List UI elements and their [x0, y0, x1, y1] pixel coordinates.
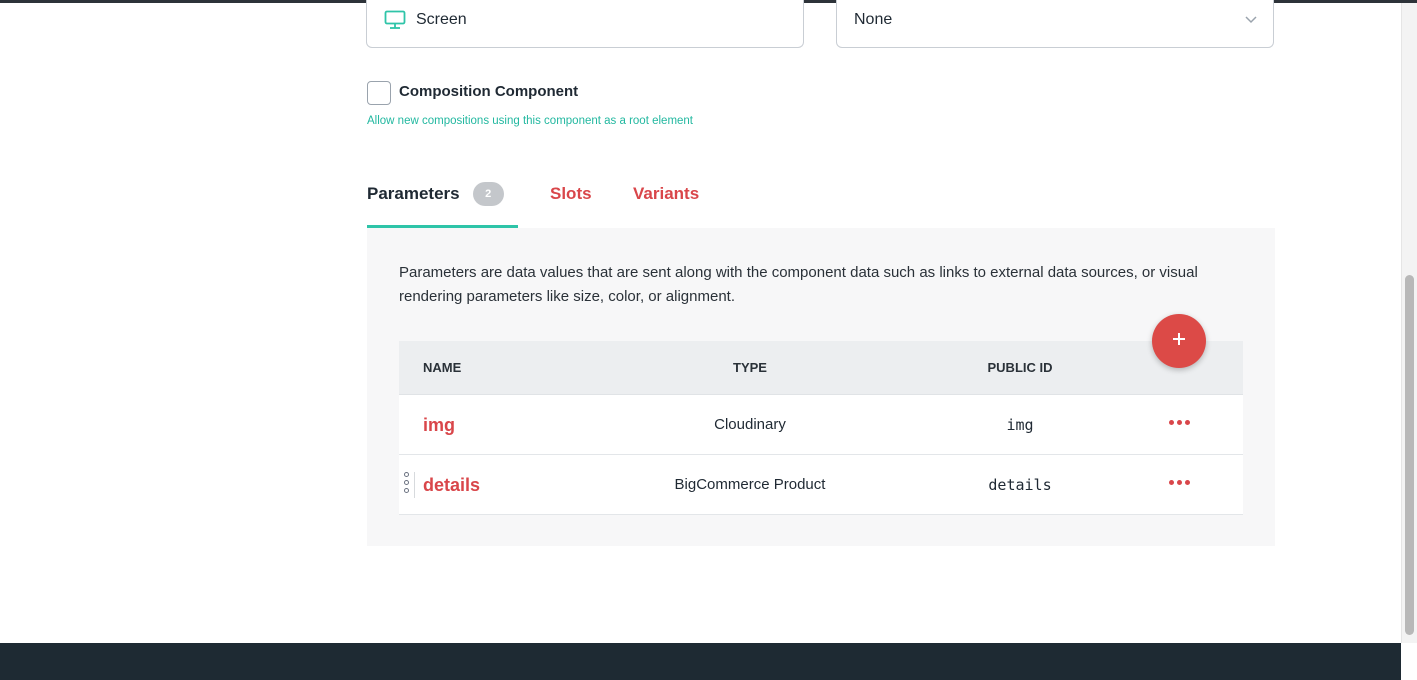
- icon-field-value: Screen: [416, 10, 467, 28]
- more-horizontal-icon: [1168, 479, 1190, 485]
- table-header: NAME TYPE PUBLIC ID: [399, 341, 1243, 395]
- column-header-name[interactable]: NAME: [423, 341, 461, 395]
- tab-variants-label: Variants: [633, 184, 700, 203]
- parameters-panel: Parameters are data values that are sent…: [367, 228, 1275, 546]
- scrollbar-thumb[interactable]: [1405, 275, 1414, 635]
- more-horizontal-icon: [1168, 419, 1190, 425]
- window-corner: [1401, 643, 1417, 680]
- composition-checkbox-label[interactable]: Composition Component: [399, 83, 578, 100]
- parameter-public-id: details: [988, 476, 1052, 494]
- plus-icon: [1171, 331, 1187, 352]
- tab-slots[interactable]: Slots: [550, 180, 592, 228]
- table-row[interactable]: img Cloudinary img: [399, 395, 1243, 455]
- page-footer: [0, 643, 1401, 680]
- chevron-down-icon: [1244, 12, 1258, 26]
- row-actions-button[interactable]: [1167, 395, 1191, 455]
- tab-variants[interactable]: Variants: [633, 180, 699, 228]
- select-field[interactable]: None: [836, 0, 1274, 48]
- composition-checkbox[interactable]: [367, 81, 391, 105]
- table-row[interactable]: details BigCommerce Product details: [399, 455, 1243, 515]
- monitor-icon: [384, 8, 408, 32]
- row-actions-button[interactable]: [1167, 455, 1191, 515]
- tab-bar: Parameters 2 Slots Variants: [367, 180, 1275, 228]
- parameter-name-link[interactable]: details: [423, 455, 480, 515]
- select-field-value: None: [854, 10, 893, 28]
- icon-field[interactable]: Screen: [366, 0, 804, 48]
- parameters-count-badge: 2: [472, 182, 504, 206]
- parameters-table: NAME TYPE PUBLIC ID img Cloudinary img d…: [399, 341, 1243, 515]
- parameter-name-link[interactable]: img: [423, 395, 455, 455]
- tab-parameters-label: Parameters: [367, 184, 460, 203]
- parameter-public-id: img: [1006, 416, 1034, 434]
- tab-slots-label: Slots: [550, 184, 592, 203]
- parameter-type: Cloudinary: [714, 416, 786, 433]
- tab-parameters[interactable]: Parameters 2: [367, 180, 518, 228]
- column-header-public-id[interactable]: PUBLIC ID: [909, 341, 1131, 395]
- parameter-type: BigCommerce Product: [674, 476, 826, 493]
- add-parameter-button[interactable]: [1152, 314, 1206, 368]
- column-header-type[interactable]: TYPE: [589, 341, 911, 395]
- drag-handle-icon[interactable]: [399, 472, 415, 498]
- parameters-description: Parameters are data values that are sent…: [399, 264, 1198, 305]
- composition-help-text: Allow new compositions using this compon…: [367, 115, 694, 127]
